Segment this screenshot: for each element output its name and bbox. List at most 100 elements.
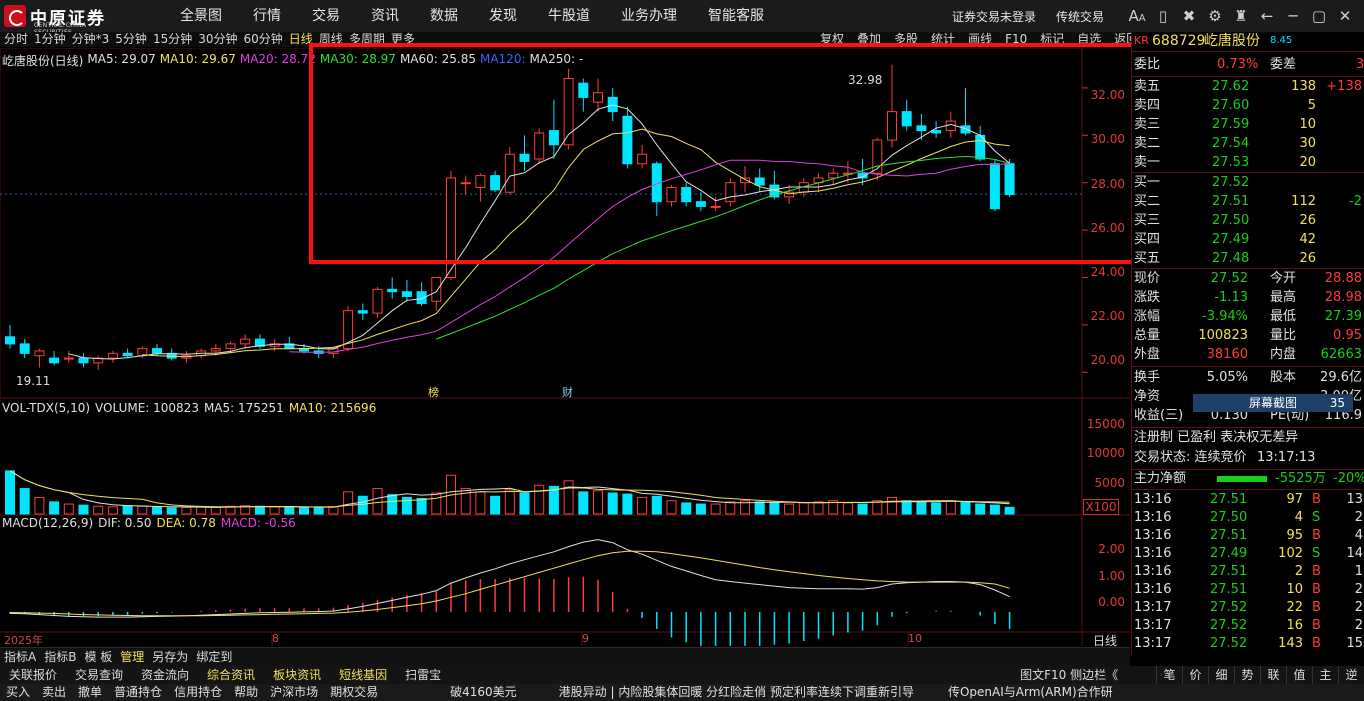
trade-mode[interactable]: 传统交易 xyxy=(1056,8,1104,25)
period-30min[interactable]: 30分钟 xyxy=(198,32,237,47)
mini-tab-xi[interactable]: 细 xyxy=(1208,666,1234,684)
tab-minesweeper[interactable]: 扫雷宝 xyxy=(396,666,450,684)
menu-niugudao[interactable]: 牛股道 xyxy=(548,0,590,32)
quote-label: 涨跌 xyxy=(1134,290,1161,305)
period-3min[interactable]: 分钟*3 xyxy=(72,32,110,47)
ask-level: 卖四 xyxy=(1134,98,1161,113)
bid-volume: 26 xyxy=(1299,251,1316,266)
legend-ma20: MA20: 28.72 xyxy=(239,52,316,66)
tick-row: 13:16 27.49 102 S 14 xyxy=(1132,545,1364,563)
mini-tab-lian[interactable]: 联 xyxy=(1260,666,1286,684)
login-status[interactable]: 证券交易未登录 xyxy=(952,8,1036,25)
volume-bar xyxy=(137,505,148,515)
webi-pct: 0.73% xyxy=(1217,57,1259,72)
period-timeshare[interactable]: 分时 xyxy=(4,32,28,47)
tab-trade-query[interactable]: 交易查询 xyxy=(66,666,132,684)
tab-template[interactable]: 模 板 xyxy=(80,648,116,666)
mini-tab-zhi[interactable]: 值 xyxy=(1286,666,1312,684)
status-options[interactable]: 期权交易 xyxy=(324,684,384,701)
close-icon[interactable]: ✕ xyxy=(1332,7,1358,25)
stat-label: 换手 xyxy=(1134,370,1161,385)
quote-value: -3.94% xyxy=(1202,309,1248,324)
mini-tab-shi[interactable]: 势 xyxy=(1234,666,1260,684)
vol-legend-ma5: MA5: 175251 xyxy=(203,401,284,415)
tab-sector-news[interactable]: 板块资讯 xyxy=(264,666,330,684)
stat-row: 换手 5.05% 股本 29.6亿 xyxy=(1132,369,1364,387)
tab-related-quotes[interactable]: 关联报价 xyxy=(0,666,66,684)
news-ticker-1[interactable]: 港股异动 | 内险股集体回暖 分红险走俏 预定利率连续下调重新引导 xyxy=(553,684,920,701)
menu-quotes[interactable]: 行情 xyxy=(253,0,281,32)
status-market[interactable]: 沪深市场 xyxy=(264,684,324,701)
volume-bar xyxy=(78,504,89,515)
tab-save-as[interactable]: 另存为 xyxy=(148,648,192,666)
status-cancel[interactable]: 撤单 xyxy=(72,684,108,701)
ask-level: 卖二 xyxy=(1134,136,1161,151)
divider xyxy=(1132,366,1364,367)
bid-change: -2 xyxy=(1349,194,1362,209)
period-1min[interactable]: 1分钟 xyxy=(34,32,66,47)
ask-price: 27.54 xyxy=(1212,136,1250,151)
period-15min[interactable]: 15分钟 xyxy=(153,32,192,47)
tab-news[interactable]: 综合资讯 xyxy=(198,666,264,684)
news-ticker-2[interactable]: 传OpenAI与Arm(ARM)合作研 xyxy=(942,684,1119,701)
menu-service[interactable]: 智能客服 xyxy=(708,0,764,32)
status-sell[interactable]: 卖出 xyxy=(36,684,72,701)
period-60min[interactable]: 60分钟 xyxy=(244,32,283,47)
volume-bar xyxy=(254,505,265,515)
restore-icon[interactable]: ▢ xyxy=(1306,7,1332,25)
volume-bar xyxy=(534,484,545,515)
ask-level: 卖三 xyxy=(1134,117,1161,132)
quote-value: 28.98 xyxy=(1324,290,1362,305)
tick-price: 27.52 xyxy=(1210,600,1248,615)
tab-fund-flow[interactable]: 资金流向 xyxy=(132,666,198,684)
volume-bar xyxy=(593,490,603,515)
x-label-year: 2025年 xyxy=(4,634,43,647)
font-size-icon[interactable]: AA xyxy=(1124,7,1150,25)
status-credit-position[interactable]: 信用持仓 xyxy=(168,684,228,701)
tab-manage[interactable]: 管理 xyxy=(116,648,148,666)
tick-row: 13:17 27.52 22 B 2 xyxy=(1132,599,1364,617)
minimize-icon[interactable]: ─ xyxy=(1280,7,1306,25)
tab-short-gene[interactable]: 短线基因 xyxy=(330,666,396,684)
menu-trade[interactable]: 交易 xyxy=(312,0,340,32)
volume-bar xyxy=(181,506,192,515)
mini-tab-ni[interactable]: 逆 xyxy=(1338,666,1364,684)
menu-news[interactable]: 资讯 xyxy=(371,0,399,32)
tick-volume: 95 xyxy=(1286,528,1303,543)
volume-bar xyxy=(63,503,74,515)
menu-business[interactable]: 业务办理 xyxy=(621,0,677,32)
tab-indicator-b[interactable]: 指标B xyxy=(40,648,80,666)
tools-icon[interactable]: ✖ xyxy=(1176,7,1202,25)
status-buy[interactable]: 买入 xyxy=(0,684,36,701)
status-help[interactable]: 帮助 xyxy=(228,684,264,701)
mark-cai[interactable]: 财 xyxy=(562,384,573,400)
tick-count: 2 xyxy=(1354,510,1363,525)
quote-label: 今开 xyxy=(1270,271,1297,286)
screenshot-button[interactable]: 屏幕截图 35 xyxy=(1193,394,1353,412)
x-label-oct: 10 xyxy=(908,632,922,645)
volume-bar xyxy=(372,488,383,515)
volume-bar xyxy=(269,506,280,515)
tab-indicator-a[interactable]: 指标A xyxy=(0,648,40,666)
stock-name[interactable]: 屹唐股份 xyxy=(1204,32,1260,50)
mini-tab-zhu[interactable]: 主 xyxy=(1312,666,1338,684)
macd-legend-macd: MACD: -0.56 xyxy=(220,516,296,530)
mark-bang[interactable]: 榜 xyxy=(428,384,439,400)
shirt-icon[interactable]: ♜ xyxy=(1228,7,1254,25)
back-icon[interactable]: ← xyxy=(1254,7,1280,25)
status-position[interactable]: 普通持仓 xyxy=(108,684,168,701)
tab-bind[interactable]: 绑定到 xyxy=(192,648,236,666)
menu-discover[interactable]: 发现 xyxy=(489,0,517,32)
mini-tab-jia[interactable]: 价 xyxy=(1182,666,1208,684)
quote-value: 28.88 xyxy=(1324,271,1362,286)
macd-legend-title: MACD(12,26,9) xyxy=(2,516,94,530)
menu-data[interactable]: 数据 xyxy=(430,0,458,32)
main-flow-pct: -20% xyxy=(1333,471,1364,486)
period-5min[interactable]: 5分钟 xyxy=(115,32,147,47)
ribbon-icon[interactable]: ▯ xyxy=(1150,7,1176,25)
tab-f10-sidebar[interactable]: 图文F10 侧边栏《 xyxy=(1020,666,1118,684)
menu-panorama[interactable]: 全景图 xyxy=(180,0,222,32)
candle xyxy=(372,288,383,314)
mini-tab-bi[interactable]: 笔 xyxy=(1156,666,1182,684)
settings-icon[interactable]: ⚙ xyxy=(1202,7,1228,25)
